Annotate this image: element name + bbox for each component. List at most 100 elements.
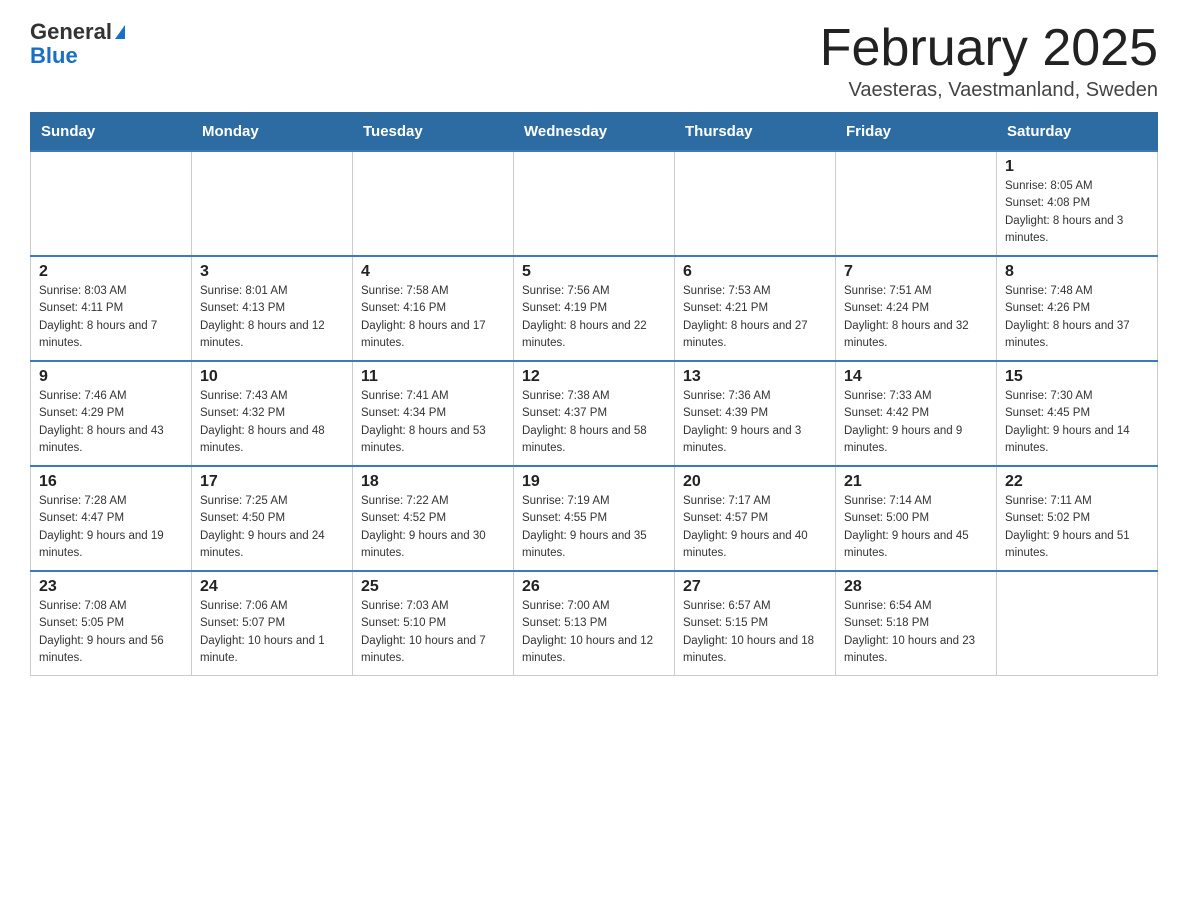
calendar-cell: 2 Sunrise: 8:03 AMSunset: 4:11 PMDaylight… xyxy=(31,256,192,361)
weekday-header-wednesday: Wednesday xyxy=(514,113,675,152)
day-info: Sunrise: 8:05 AMSunset: 4:08 PMDaylight:… xyxy=(1005,178,1149,247)
day-number: 21 xyxy=(844,473,988,491)
day-info: Sunrise: 7:53 AMSunset: 4:21 PMDaylight:… xyxy=(683,283,827,352)
weekday-header-row: SundayMondayTuesdayWednesdayThursdayFrid… xyxy=(31,113,1158,152)
day-info: Sunrise: 6:57 AMSunset: 5:15 PMDaylight:… xyxy=(683,598,827,667)
calendar-week-row: 1 Sunrise: 8:05 AMSunset: 4:08 PMDaylight… xyxy=(31,151,1158,256)
day-info: Sunrise: 7:56 AMSunset: 4:19 PMDaylight:… xyxy=(522,283,666,352)
location-subtitle: Vaesteras, Vaestmanland, Sweden xyxy=(820,79,1158,102)
day-number: 14 xyxy=(844,368,988,386)
day-info: Sunrise: 7:19 AMSunset: 4:55 PMDaylight:… xyxy=(522,493,666,562)
day-number: 1 xyxy=(1005,158,1149,176)
calendar-cell xyxy=(675,151,836,256)
weekday-header-sunday: Sunday xyxy=(31,113,192,152)
day-number: 17 xyxy=(200,473,344,491)
day-number: 5 xyxy=(522,263,666,281)
calendar-cell: 14 Sunrise: 7:33 AMSunset: 4:42 PMDayligh… xyxy=(836,361,997,466)
day-number: 10 xyxy=(200,368,344,386)
day-number: 7 xyxy=(844,263,988,281)
day-info: Sunrise: 7:08 AMSunset: 5:05 PMDaylight:… xyxy=(39,598,183,667)
calendar-cell: 25 Sunrise: 7:03 AMSunset: 5:10 PMDayligh… xyxy=(353,571,514,676)
calendar-cell: 11Sunrise: 7:41 AMSunset: 4:34 PMDayligh… xyxy=(353,361,514,466)
day-number: 3 xyxy=(200,263,344,281)
day-info: Sunrise: 7:43 AMSunset: 4:32 PMDaylight:… xyxy=(200,388,344,457)
calendar-cell: 12 Sunrise: 7:38 AMSunset: 4:37 PMDayligh… xyxy=(514,361,675,466)
calendar-cell xyxy=(192,151,353,256)
calendar-cell xyxy=(514,151,675,256)
calendar-cell: 8Sunrise: 7:48 AMSunset: 4:26 PMDaylight… xyxy=(997,256,1158,361)
day-info: Sunrise: 7:14 AMSunset: 5:00 PMDaylight:… xyxy=(844,493,988,562)
day-number: 27 xyxy=(683,578,827,596)
day-info: Sunrise: 8:01 AMSunset: 4:13 PMDaylight:… xyxy=(200,283,344,352)
day-number: 9 xyxy=(39,368,183,386)
day-info: Sunrise: 7:38 AMSunset: 4:37 PMDaylight:… xyxy=(522,388,666,457)
calendar-cell: 16 Sunrise: 7:28 AMSunset: 4:47 PMDayligh… xyxy=(31,466,192,571)
day-info: Sunrise: 7:17 AMSunset: 4:57 PMDaylight:… xyxy=(683,493,827,562)
day-number: 6 xyxy=(683,263,827,281)
day-info: Sunrise: 7:03 AMSunset: 5:10 PMDaylight:… xyxy=(361,598,505,667)
calendar-cell: 21 Sunrise: 7:14 AMSunset: 5:00 PMDayligh… xyxy=(836,466,997,571)
day-info: Sunrise: 7:46 AMSunset: 4:29 PMDaylight:… xyxy=(39,388,183,457)
day-number: 12 xyxy=(522,368,666,386)
day-info: Sunrise: 8:03 AMSunset: 4:11 PMDaylight:… xyxy=(39,283,183,352)
day-number: 4 xyxy=(361,263,505,281)
day-info: Sunrise: 7:33 AMSunset: 4:42 PMDaylight:… xyxy=(844,388,988,457)
calendar-cell: 4Sunrise: 7:58 AMSunset: 4:16 PMDaylight… xyxy=(353,256,514,361)
calendar-week-row: 16 Sunrise: 7:28 AMSunset: 4:47 PMDayligh… xyxy=(31,466,1158,571)
calendar-cell: 23Sunrise: 7:08 AMSunset: 5:05 PMDayligh… xyxy=(31,571,192,676)
page-header: General Blue February 2025 Vaesteras, Va… xyxy=(30,20,1158,102)
calendar-cell: 22 Sunrise: 7:11 AMSunset: 5:02 PMDayligh… xyxy=(997,466,1158,571)
calendar-cell: 24 Sunrise: 7:06 AMSunset: 5:07 PMDayligh… xyxy=(192,571,353,676)
calendar-week-row: 9 Sunrise: 7:46 AMSunset: 4:29 PMDaylight… xyxy=(31,361,1158,466)
calendar-week-row: 23Sunrise: 7:08 AMSunset: 5:05 PMDayligh… xyxy=(31,571,1158,676)
month-title: February 2025 xyxy=(820,20,1158,77)
day-info: Sunrise: 7:51 AMSunset: 4:24 PMDaylight:… xyxy=(844,283,988,352)
calendar-cell: 28 Sunrise: 6:54 AMSunset: 5:18 PMDayligh… xyxy=(836,571,997,676)
calendar-cell: 20Sunrise: 7:17 AMSunset: 4:57 PMDayligh… xyxy=(675,466,836,571)
calendar-cell: 27 Sunrise: 6:57 AMSunset: 5:15 PMDayligh… xyxy=(675,571,836,676)
day-number: 15 xyxy=(1005,368,1149,386)
calendar-table: SundayMondayTuesdayWednesdayThursdayFrid… xyxy=(30,112,1158,676)
day-number: 8 xyxy=(1005,263,1149,281)
day-number: 18 xyxy=(361,473,505,491)
day-number: 13 xyxy=(683,368,827,386)
day-number: 24 xyxy=(200,578,344,596)
title-block: February 2025 Vaesteras, Vaestmanland, S… xyxy=(820,20,1158,102)
calendar-cell: 1 Sunrise: 8:05 AMSunset: 4:08 PMDaylight… xyxy=(997,151,1158,256)
day-info: Sunrise: 7:41 AMSunset: 4:34 PMDaylight:… xyxy=(361,388,505,457)
weekday-header-friday: Friday xyxy=(836,113,997,152)
weekday-header-monday: Monday xyxy=(192,113,353,152)
logo-general-text: General xyxy=(30,20,112,44)
calendar-cell xyxy=(997,571,1158,676)
logo: General Blue xyxy=(30,20,125,68)
day-info: Sunrise: 7:25 AMSunset: 4:50 PMDaylight:… xyxy=(200,493,344,562)
day-number: 25 xyxy=(361,578,505,596)
calendar-week-row: 2 Sunrise: 8:03 AMSunset: 4:11 PMDaylight… xyxy=(31,256,1158,361)
weekday-header-tuesday: Tuesday xyxy=(353,113,514,152)
calendar-cell: 19Sunrise: 7:19 AMSunset: 4:55 PMDayligh… xyxy=(514,466,675,571)
day-number: 26 xyxy=(522,578,666,596)
calendar-cell xyxy=(31,151,192,256)
calendar-cell: 3 Sunrise: 8:01 AMSunset: 4:13 PMDaylight… xyxy=(192,256,353,361)
day-info: Sunrise: 7:22 AMSunset: 4:52 PMDaylight:… xyxy=(361,493,505,562)
day-number: 16 xyxy=(39,473,183,491)
logo-blue-text: Blue xyxy=(30,43,78,68)
day-info: Sunrise: 7:06 AMSunset: 5:07 PMDaylight:… xyxy=(200,598,344,667)
day-number: 28 xyxy=(844,578,988,596)
calendar-cell xyxy=(836,151,997,256)
day-number: 22 xyxy=(1005,473,1149,491)
calendar-cell: 15Sunrise: 7:30 AMSunset: 4:45 PMDayligh… xyxy=(997,361,1158,466)
calendar-cell: 6 Sunrise: 7:53 AMSunset: 4:21 PMDaylight… xyxy=(675,256,836,361)
calendar-cell: 18 Sunrise: 7:22 AMSunset: 4:52 PMDayligh… xyxy=(353,466,514,571)
day-info: Sunrise: 7:28 AMSunset: 4:47 PMDaylight:… xyxy=(39,493,183,562)
day-info: Sunrise: 6:54 AMSunset: 5:18 PMDaylight:… xyxy=(844,598,988,667)
calendar-cell: 17 Sunrise: 7:25 AMSunset: 4:50 PMDayligh… xyxy=(192,466,353,571)
calendar-cell: 9 Sunrise: 7:46 AMSunset: 4:29 PMDaylight… xyxy=(31,361,192,466)
day-number: 2 xyxy=(39,263,183,281)
calendar-cell: 7 Sunrise: 7:51 AMSunset: 4:24 PMDaylight… xyxy=(836,256,997,361)
weekday-header-saturday: Saturday xyxy=(997,113,1158,152)
day-info: Sunrise: 7:11 AMSunset: 5:02 PMDaylight:… xyxy=(1005,493,1149,562)
calendar-cell: 13Sunrise: 7:36 AMSunset: 4:39 PMDayligh… xyxy=(675,361,836,466)
day-info: Sunrise: 7:00 AMSunset: 5:13 PMDaylight:… xyxy=(522,598,666,667)
logo-triangle-icon xyxy=(115,25,125,39)
